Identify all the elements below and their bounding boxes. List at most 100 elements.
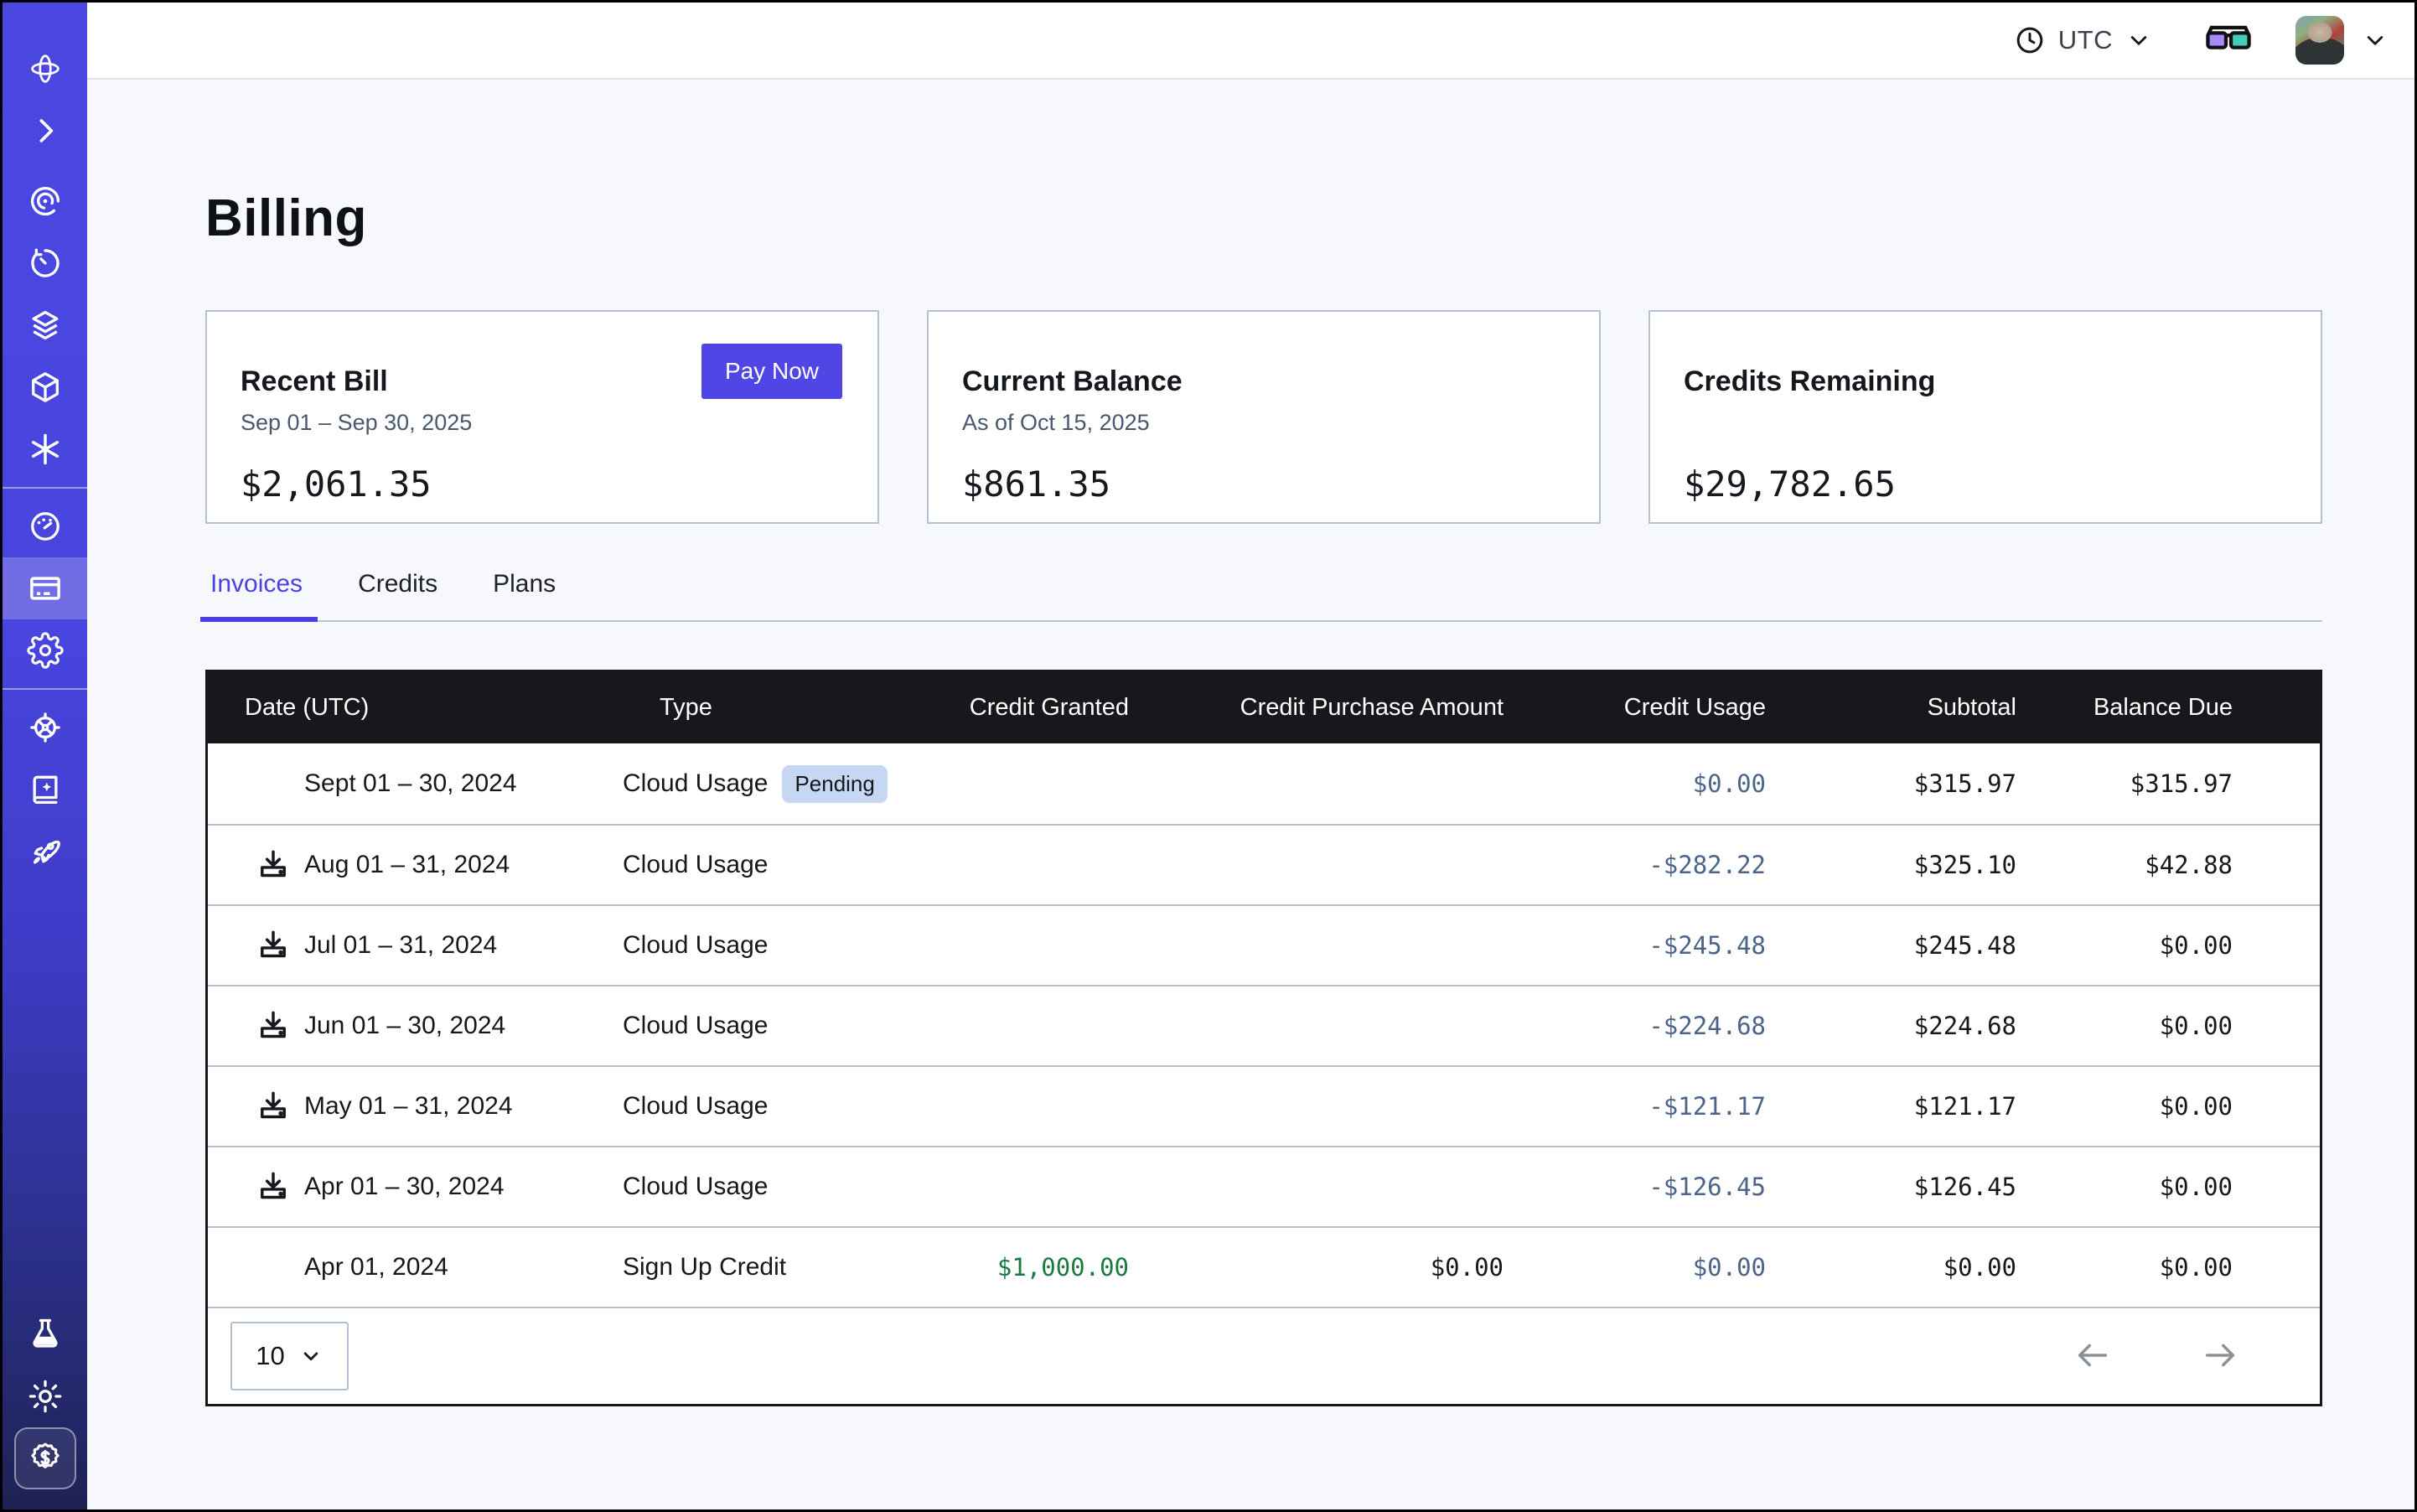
invoice-type: Cloud Usage	[623, 769, 768, 798]
recent-bill-amount: $2,061.35	[241, 463, 844, 505]
download-icon	[255, 1168, 292, 1205]
pay-now-button[interactable]: Pay Now	[701, 344, 842, 399]
credit-usage: -$224.68	[1504, 1012, 1766, 1040]
credit-usage: -$245.48	[1504, 931, 1766, 960]
download-icon	[255, 1088, 292, 1125]
subtotal: $126.45	[1766, 1173, 2016, 1201]
download-invoice-button[interactable]	[255, 927, 292, 964]
sidebar-item-billing[interactable]	[3, 557, 87, 619]
table-row: Sept 01 – 30, 2024 Cloud UsagePending $0…	[208, 743, 2320, 824]
tab-credits[interactable]: Credits	[353, 570, 443, 620]
tab-invoices[interactable]: Invoices	[205, 570, 308, 620]
table-header-row: Date (UTC) Type Credit Granted Credit Pu…	[208, 672, 2320, 743]
gauge-icon[interactable]	[3, 495, 87, 557]
balance-due: $0.00	[2016, 1253, 2233, 1282]
timezone-selector[interactable]: UTC	[2013, 23, 2153, 57]
subtotal: $0.00	[1766, 1253, 2016, 1282]
status-badge: Pending	[782, 765, 887, 803]
download-invoice-button[interactable]	[255, 1007, 292, 1044]
arrow-right-icon	[2201, 1336, 2239, 1375]
next-page-button[interactable]	[2201, 1336, 2239, 1377]
cube-icon[interactable]	[3, 356, 87, 418]
avatar[interactable]	[2295, 16, 2344, 65]
credits-remaining-card: Credits Remaining $29,782.65	[1648, 310, 2322, 524]
dollar-badge-icon	[26, 1439, 65, 1478]
card-title: Credits Remaining	[1684, 365, 2287, 398]
chevron-right-icon[interactable]	[3, 100, 87, 162]
sidebar-divider	[3, 487, 87, 489]
table-row: Jun 01 – 30, 2024 Cloud Usage -$224.68 $…	[208, 985, 2320, 1065]
gear-icon[interactable]	[3, 619, 87, 681]
pagination: 10	[208, 1307, 2320, 1404]
sidebar	[3, 3, 87, 1509]
tab-plans[interactable]: Plans	[488, 570, 561, 620]
clock-icon	[2013, 23, 2047, 57]
header-credit-usage: Credit Usage	[1504, 694, 1766, 722]
balance-due: $315.97	[2016, 769, 2233, 798]
credits-rewards-button[interactable]	[14, 1427, 76, 1489]
credits-remaining-amount: $29,782.65	[1684, 463, 2287, 505]
billing-tabs: Invoices Credits Plans	[205, 570, 2322, 622]
rocket-icon[interactable]	[3, 821, 87, 883]
invoice-date: Apr 01, 2024	[304, 1253, 448, 1282]
balance-due: $0.00	[2016, 931, 2233, 960]
table-row: Jul 01 – 31, 2024 Cloud Usage -$245.48 $…	[208, 904, 2320, 985]
download-icon	[255, 927, 292, 964]
header-credit-granted: Credit Granted	[923, 694, 1129, 722]
chevron-down-icon	[298, 1344, 323, 1369]
card-title: Current Balance	[962, 365, 1566, 398]
invoice-date: Jun 01 – 30, 2024	[304, 1012, 505, 1040]
header-date: Date (UTC)	[208, 694, 623, 722]
main-content: Billing Recent Bill Sep 01 – Sep 30, 202…	[87, 81, 2414, 1509]
sun-icon[interactable]	[3, 1365, 87, 1427]
chevron-down-icon[interactable]	[2361, 26, 2389, 54]
layers-icon[interactable]	[3, 294, 87, 356]
subtotal: $325.10	[1766, 851, 2016, 879]
download-invoice-button[interactable]	[255, 1088, 292, 1125]
credit-card-icon	[27, 570, 64, 607]
download-invoice-button[interactable]	[255, 1168, 292, 1205]
summary-cards: Recent Bill Sep 01 – Sep 30, 2025 $2,061…	[205, 310, 2322, 524]
current-balance-amount: $861.35	[962, 463, 1566, 505]
flask-icon[interactable]	[3, 1303, 87, 1365]
invoice-type: Cloud Usage	[623, 1173, 768, 1201]
balance-due: $0.00	[2016, 1173, 2233, 1201]
credit-usage: -$121.17	[1504, 1092, 1766, 1121]
download-invoice-button[interactable]	[255, 847, 292, 883]
table-row: May 01 – 31, 2024 Cloud Usage -$121.17 $…	[208, 1065, 2320, 1146]
page-size-select[interactable]: 10	[230, 1322, 349, 1390]
asterisk-icon[interactable]	[3, 418, 87, 480]
header-subtotal: Subtotal	[1766, 694, 2016, 722]
table-row: Apr 01 – 30, 2024 Cloud Usage -$126.45 $…	[208, 1146, 2320, 1226]
balance-due: $0.00	[2016, 1012, 2233, 1040]
page-size-value: 10	[256, 1341, 284, 1371]
invoice-date: May 01 – 31, 2024	[304, 1092, 513, 1121]
timer-icon[interactable]	[3, 232, 87, 294]
subtotal: $315.97	[1766, 769, 2016, 798]
invoice-date: Aug 01 – 31, 2024	[304, 851, 510, 879]
spiral-eye-icon[interactable]	[3, 170, 87, 232]
table-row: Aug 01 – 31, 2024 Cloud Usage -$282.22 $…	[208, 824, 2320, 904]
invoices-table: Date (UTC) Type Credit Granted Credit Pu…	[205, 670, 2322, 1406]
balance-due: $42.88	[2016, 851, 2233, 879]
credit-usage: -$126.45	[1504, 1173, 1766, 1201]
invoice-date: Jul 01 – 31, 2024	[304, 931, 497, 960]
subtotal: $121.17	[1766, 1092, 2016, 1121]
subtotal: $224.68	[1766, 1012, 2016, 1040]
page-title: Billing	[205, 189, 2414, 248]
topbar: UTC	[87, 3, 2414, 80]
invoice-type: Sign Up Credit	[623, 1253, 786, 1282]
invoice-type: Cloud Usage	[623, 931, 768, 960]
prev-page-button[interactable]	[2073, 1336, 2112, 1377]
billing-page: UTC Billing Recent Bill Sep 01 – Sep 30,…	[0, 0, 2417, 1512]
header-credit-purchase-amount: Credit Purchase Amount	[1129, 694, 1504, 722]
invoice-type: Cloud Usage	[623, 1092, 768, 1121]
orbit-logo-icon[interactable]	[3, 38, 87, 100]
helm-icon[interactable]	[3, 696, 87, 759]
table-row: Apr 01, 2024 Sign Up Credit $1,000.00 $0…	[208, 1226, 2320, 1307]
as-of-date: As of Oct 15, 2025	[962, 410, 1566, 438]
credit-granted: $1,000.00	[923, 1253, 1129, 1282]
glasses-icon[interactable]	[2205, 22, 2252, 59]
book-sparkle-icon[interactable]	[3, 759, 87, 821]
invoice-type: Cloud Usage	[623, 851, 768, 879]
